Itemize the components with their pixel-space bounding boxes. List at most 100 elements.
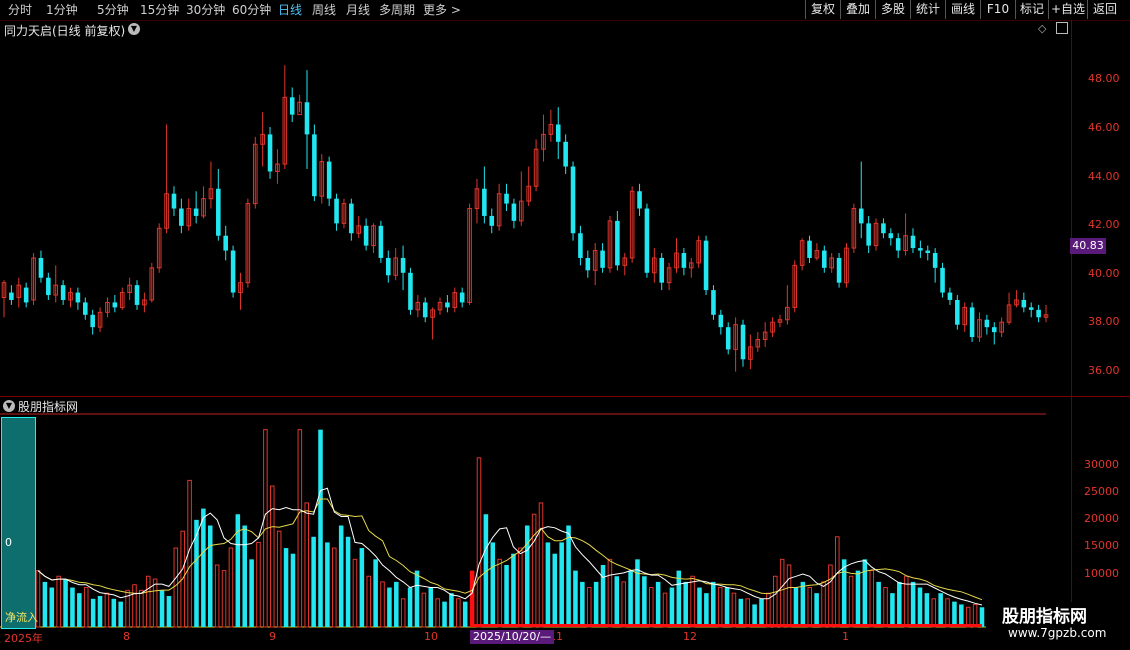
volume-bar [752, 604, 757, 627]
candle-body [378, 225, 384, 258]
volume-bar [152, 578, 158, 628]
volume-bar [945, 598, 950, 628]
volume-label: 30000 [1084, 458, 1119, 471]
volume-bar [97, 595, 103, 627]
candle-body [1028, 307, 1034, 310]
candle-body [991, 327, 997, 333]
volume-bar [855, 570, 861, 627]
candle-body [1036, 309, 1041, 318]
ma-white-line [37, 487, 983, 606]
candle-body [881, 223, 886, 234]
watermark-url: www.7gpzb.com [1008, 626, 1107, 640]
candle-body [46, 277, 51, 296]
watermark-title: 股朋指标网 [1002, 607, 1087, 627]
candle-body [570, 166, 576, 234]
candle-body [511, 203, 517, 221]
volume-bar [869, 570, 875, 628]
volume-bar [449, 593, 454, 627]
volume-bar [256, 541, 261, 628]
current-price-tag: 40.83 [1070, 238, 1106, 254]
highlight-range [472, 624, 982, 627]
candle-body [326, 161, 332, 199]
volume-bar [704, 593, 709, 627]
volume-bar [524, 525, 530, 627]
candle-body [504, 193, 509, 204]
volume-bar [373, 559, 378, 627]
volume-label: 10000 [1084, 567, 1119, 580]
price-label: 40.00 [1088, 267, 1120, 280]
candle-body [969, 307, 975, 338]
volume-bar [566, 525, 571, 627]
volume-label: 15000 [1084, 539, 1119, 552]
candle-body [267, 134, 273, 172]
volume-bar [924, 593, 930, 627]
candle-body [400, 257, 406, 273]
candle-body [349, 203, 354, 234]
x-label: 8 [123, 630, 130, 643]
volume-bar [917, 587, 923, 627]
volume-bar [104, 592, 110, 628]
candle-body [134, 285, 140, 305]
candle-body [38, 257, 44, 278]
volume-bar [77, 593, 82, 627]
volume-bar [807, 587, 813, 628]
candle-body [822, 250, 827, 268]
volume-bar [910, 581, 916, 627]
volume-bar [159, 590, 165, 627]
volume-bar [201, 508, 206, 627]
candle-body [578, 233, 583, 258]
volume-bar [628, 570, 633, 627]
volume-bar [848, 575, 854, 628]
volume-bar [862, 559, 868, 627]
candle-body [836, 257, 842, 283]
volume-bar [139, 589, 144, 628]
candle-body [918, 248, 923, 251]
volume-bar [759, 598, 764, 627]
volume-bar [593, 581, 599, 627]
volume-bar [325, 542, 330, 627]
volume-bar [366, 575, 372, 628]
volume-bar [952, 601, 957, 627]
volume-bar [345, 536, 351, 627]
candle-body [925, 250, 931, 254]
volume-bar [511, 553, 516, 627]
candle-body [75, 292, 81, 303]
volume-bar [559, 542, 564, 627]
volume-bar [207, 525, 213, 627]
volume-bar [332, 547, 337, 628]
volume-label: 25000 [1084, 485, 1119, 498]
volume-bar [221, 570, 227, 628]
volume-bar [648, 587, 654, 628]
candle-body [171, 193, 177, 209]
candle-body [703, 240, 709, 291]
chevron-down-icon[interactable]: ▼ [3, 400, 15, 412]
price-label: 44.00 [1088, 170, 1120, 183]
volume-bar [456, 598, 461, 628]
candle-body [740, 324, 746, 360]
indicator-title: 股朋指标网 [18, 400, 79, 414]
candle-body [644, 208, 650, 273]
volume-bar [228, 547, 234, 628]
volume-bar [173, 547, 179, 628]
candle-body [82, 302, 88, 315]
volume-bar [710, 581, 716, 627]
volume-bar [662, 592, 668, 628]
volume-bar [421, 592, 427, 628]
watermark: 股朋指标网 www.7gpzb.com [986, 602, 1126, 646]
volume-bar [538, 502, 544, 628]
candle-body [858, 208, 864, 224]
volume-bar [938, 593, 943, 627]
volume-bar [669, 587, 675, 627]
candle-body [555, 124, 561, 142]
volume-bar [380, 581, 385, 628]
net-inflow-label: 净流入 [5, 611, 38, 624]
volume-bar [731, 592, 737, 628]
volume-bar [387, 587, 392, 627]
candle-body [482, 188, 487, 216]
volume-bar [83, 587, 89, 628]
zero-label: 0 [5, 536, 12, 549]
volume-bar [166, 595, 172, 627]
volume-bar [304, 502, 310, 628]
volume-bar [586, 587, 592, 628]
volume-bar [111, 598, 117, 627]
